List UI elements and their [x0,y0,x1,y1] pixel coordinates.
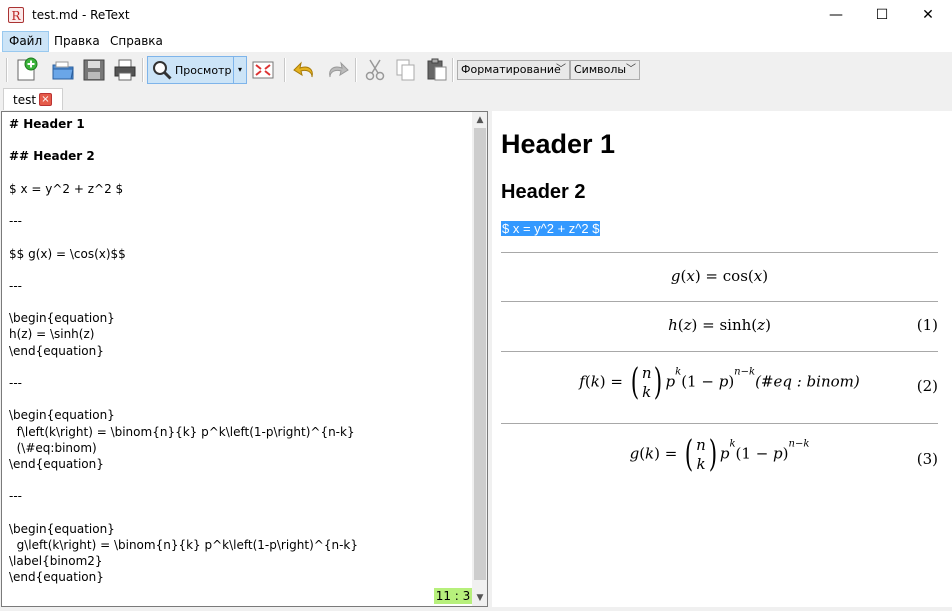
cut-icon[interactable] [362,57,388,83]
editor-line: \end{equation} [9,343,104,358]
horizontal-rule [501,351,938,352]
paste-icon[interactable] [424,57,450,83]
editor-line: ## Header 2 [9,149,95,164]
cursor-position-indicator: 11 : 3 [434,588,472,604]
close-window-button[interactable]: ✕ [905,0,951,31]
editor-line: --- [9,214,22,229]
preview-header-2: Header 2 [501,181,586,203]
markdown-editor[interactable]: # Header 1 ## Header 2 $ x = y^2 + z^2 $… [1,111,488,607]
maximize-button[interactable]: ☐ [859,0,905,31]
editor-line [9,197,358,213]
equation-g-cos: g(x) = cos(x) [670,267,769,285]
scrollbar-thumb[interactable] [474,128,486,580]
window-title: test.md - ReText [32,8,130,22]
horizontal-rule [501,252,938,253]
editor-line: \end{equation} [9,570,104,585]
retext-app-icon: R [8,7,24,23]
tab-close-icon[interactable]: × [39,93,52,106]
editor-text: # Header 1 ## Header 2 $ x = y^2 + z^2 $… [9,116,358,585]
horizontal-rule [501,423,938,424]
print-icon[interactable] [112,57,138,83]
menu-help[interactable]: Справка [104,31,169,52]
binomial-coefficient: (n k) [630,362,663,403]
editor-line: --- [9,376,22,390]
preview-button-label: Просмотр [175,64,232,77]
tab-label: test [13,93,37,107]
editor-line: $$ g(x) = \cos(x)$$ [9,246,126,261]
copy-icon[interactable] [393,57,419,83]
toolbar-separator [142,58,144,82]
equation-g-binom: g(k) = (n k) pk(1 − p)n−k [629,434,810,475]
editor-line: (\#eq:binom) [9,440,97,455]
editor-scrollbar[interactable]: ▲ ▼ [472,112,487,606]
preview-header-1: Header 1 [501,129,616,159]
editor-line [9,165,358,181]
preview-pane: Header 1 Header 2 $ x = y^2 + z^2 $ g(x)… [492,111,952,607]
open-folder-icon[interactable] [50,57,76,83]
editor-line [9,505,358,521]
menu-file[interactable]: Файл [2,31,50,52]
toolbar-separator [355,58,357,82]
formatting-combo-label: Форматирование [461,63,561,76]
tab-test[interactable]: test × [3,88,63,110]
editor-line [9,359,358,375]
editor-line: --- [9,278,22,293]
equation-h-sinh: h(z) = sinh(z) [668,316,771,334]
title-bar: R test.md - ReText — ☐ ✕ [0,0,952,32]
editor-line [9,229,358,245]
scroll-down-icon[interactable]: ▼ [472,590,487,606]
binomial-coefficient: (n k) [684,434,718,475]
editor-line [9,132,358,148]
editor-line: \begin{equation} [9,311,115,326]
editor-line [9,391,358,407]
symbols-combo-label: Символы [574,63,627,76]
preview-button[interactable]: Просмотр ▾ [147,56,247,84]
menu-bar: Файл Правка Справка [0,31,952,52]
equation-number-1: (1) [916,316,938,334]
editor-line [9,294,358,310]
editor-line: f\left(k\right) = \binom{n}{k} p^k\left(… [9,424,355,439]
editor-line: \begin{equation} [9,408,115,423]
preview-inline-math-selected: $ x = y^2 + z^2 $ [501,221,601,236]
editor-line [9,262,358,278]
minimize-button[interactable]: — [813,0,859,31]
equation-number-3: (3) [916,450,938,468]
undo-icon[interactable] [292,57,318,83]
horizontal-rule [501,301,938,302]
preview-dropdown-arrow[interactable]: ▾ [233,57,246,83]
save-icon[interactable] [81,57,107,83]
scroll-up-icon[interactable]: ▲ [472,112,487,128]
menu-edit[interactable]: Правка [48,31,106,52]
editor-line: \begin{equation} [9,521,115,536]
editor-line: --- [9,489,22,504]
editor-line: h(z) = \sinh(z) [9,327,95,342]
equation-number-2: (2) [916,377,938,395]
editor-line: \end{equation} [9,456,104,471]
toolbar-separator [452,58,454,82]
tab-bar: test × [0,87,952,110]
editor-line: # Header 1 [9,117,85,131]
symbols-combo[interactable]: Символы ﹀ [570,60,640,80]
editor-line: \label{binom2} [9,554,103,569]
editor-line: g\left(k\right) = \binom{n}{k} p^k\left(… [9,537,358,552]
chevron-down-icon: ﹀ [556,64,566,75]
chevron-down-icon: ﹀ [626,64,636,75]
toolbar: Просмотр ▾ Форматирование ﹀ Символы ﹀ [0,52,952,88]
equation-f-binom: f(k) = (n k) pk(1 − p)n−k(#eq : binom) [579,362,860,403]
toolbar-separator [284,58,286,82]
formatting-combo[interactable]: Форматирование ﹀ [457,60,570,80]
editor-line: $ x = y^2 + z^2 $ [9,181,124,196]
fullscreen-icon[interactable] [250,57,276,83]
editor-line [9,472,358,488]
magnifier-icon [153,61,172,80]
redo-icon[interactable] [324,57,350,83]
toolbar-separator [6,58,8,82]
new-document-icon[interactable] [13,57,39,83]
